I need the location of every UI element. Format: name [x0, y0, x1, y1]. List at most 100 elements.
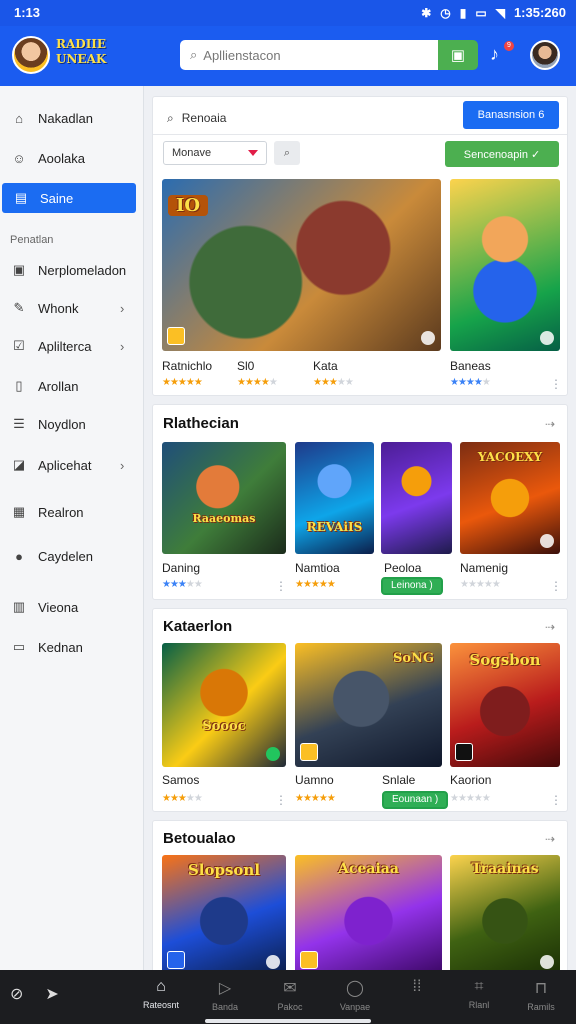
- section-more-icon[interactable]: ⇢: [545, 832, 555, 846]
- more-options-icon[interactable]: ⋮: [275, 579, 287, 593]
- game-thumbnail[interactable]: Aceaiaa: [295, 855, 442, 970]
- sidebar-item-edit[interactable]: ✎ Whonk ›: [0, 293, 144, 323]
- confirm-button[interactable]: Sencenoapin ✓: [445, 141, 559, 167]
- search-input[interactable]: ⌕ Apllienstacon: [180, 40, 438, 70]
- sidebar-item-label: Realron: [38, 504, 84, 520]
- install-badge[interactable]: Leinona ): [381, 577, 443, 595]
- nav-label: Ramils: [527, 1002, 555, 1012]
- home-indicator[interactable]: [205, 1019, 371, 1023]
- gamepad-search-button[interactable]: ▣: [438, 40, 478, 70]
- game-logo-text: REVAiIS: [306, 520, 363, 534]
- primary-action-button[interactable]: Banasnsion 6: [463, 101, 559, 129]
- nav-mail[interactable]: ✉ Pakoc: [259, 978, 321, 1012]
- game-badge-icon: [455, 743, 473, 761]
- section-more-icon[interactable]: ⇢: [545, 417, 555, 431]
- game-title: Baneas: [450, 359, 491, 373]
- game-thumbnail[interactable]: SoNG: [295, 643, 442, 767]
- game-section: Rlathecian ⇢ Raaeomas REVAiIS YACOEXY Da…: [152, 404, 568, 600]
- logo-avatar[interactable]: [12, 36, 50, 74]
- chevron-down-icon: [248, 150, 258, 156]
- nav-play[interactable]: ▷ Banda: [194, 978, 256, 1012]
- game-badge-icon: [300, 951, 318, 969]
- nav-scan[interactable]: ⌗ Rlanl: [448, 978, 510, 1010]
- featured-thumbnail-1[interactable]: IO: [162, 179, 441, 351]
- game-thumbnail[interactable]: YACOEXY: [460, 442, 560, 554]
- doc-icon: ▯: [15, 378, 23, 393]
- game-thumbnail[interactable]: Sogsbon: [450, 643, 560, 767]
- sidebar-item-label: Noydlon: [38, 416, 86, 432]
- sidebar-item-label: Whonk: [38, 300, 79, 316]
- more-options-icon[interactable]: ⋮: [275, 793, 287, 807]
- book-icon: ▥: [12, 599, 26, 614]
- sidebar-item-chart[interactable]: ◪ Aplicehat ›: [0, 450, 144, 480]
- mail-icon: ✉: [283, 980, 297, 997]
- user-avatar[interactable]: [530, 40, 560, 70]
- nav-search[interactable]: ◯ Vanpae: [324, 978, 386, 1012]
- sidebar-item-home[interactable]: ⌂ Nakadlan: [0, 103, 144, 133]
- expand-icon[interactable]: [540, 331, 554, 345]
- game-thumbnail[interactable]: [381, 442, 452, 554]
- cursor-icon[interactable]: ➤: [45, 984, 58, 1004]
- scan-icon: ⌗: [474, 978, 484, 995]
- sidebar-item-users[interactable]: ☺ Aoolaka: [0, 143, 144, 173]
- sidebar-item-pin[interactable]: ● Caydelen: [0, 541, 144, 571]
- game-thumbnail[interactable]: REVAiIS: [295, 442, 374, 554]
- sidebar-item-label: Aoolaka: [38, 150, 85, 166]
- window-icon: ▣: [12, 262, 26, 277]
- sidebar-item-book[interactable]: ▥ Vieona: [0, 592, 144, 622]
- status-time: 1:13: [14, 5, 41, 20]
- more-options-icon[interactable]: ⋮: [550, 377, 562, 391]
- sidebar-item-label: Saine: [40, 190, 74, 206]
- nav-label: Banda: [211, 1002, 239, 1012]
- rating-stars: ★★★★★: [162, 377, 203, 388]
- game-subtitle: Sl0: [237, 359, 255, 373]
- notification-button[interactable]: ♪ 9: [490, 41, 516, 68]
- game-badge-icon: [167, 951, 185, 969]
- nav-bag[interactable]: ⊓ Ramils: [510, 978, 572, 1012]
- search-button[interactable]: ⌕: [274, 141, 300, 165]
- calendar-icon: ▦: [12, 504, 26, 519]
- check-icon: ☑: [13, 338, 25, 353]
- sidebar-item-calendar[interactable]: ▦ Realron: [0, 497, 144, 527]
- chevron-right-icon: ›: [120, 457, 125, 473]
- game-thumbnail[interactable]: Traainas: [450, 855, 560, 970]
- game-thumbnail[interactable]: Soooc: [162, 643, 286, 767]
- more-options-icon[interactable]: ⋮: [550, 793, 562, 807]
- sidebar-item-window[interactable]: ▣ Nerplomeladon: [0, 255, 144, 285]
- expand-icon[interactable]: [421, 331, 435, 345]
- game-section: Kataerlon ⇢ Soooc SoNG Sogsbon Samos Uam…: [152, 608, 568, 812]
- more-options-icon[interactable]: ⋮: [550, 579, 562, 593]
- bottom-navigation: ⊘ ➤ ⌂ Rateosnt ▷ Banda ✉ Pakoc ◯ Vanpae …: [0, 970, 576, 1024]
- game-title: Uamno: [295, 773, 334, 787]
- sort-select[interactable]: Monave: [163, 141, 267, 165]
- nav-home[interactable]: ⌂ Rateosnt: [130, 978, 192, 1010]
- nav-dots[interactable]: ⁞⁞: [386, 978, 448, 1000]
- game-thumbnail[interactable]: Slopsonl: [162, 855, 286, 970]
- main-content: ⌕ Renoaia Banasnsion 6 Monave ⌕ Sencenoa…: [152, 96, 568, 970]
- filter-search[interactable]: ⌕ Renoaia: [167, 111, 226, 126]
- signal-icon: ▮: [459, 5, 467, 20]
- section-title: Rlathecian: [163, 415, 239, 432]
- game-section: Betoualao ⇢ Slopsonl Aceaiaa Traainas: [152, 820, 568, 970]
- wifi-icon: ◥: [495, 5, 505, 20]
- game-logo-text: Slopsonl: [187, 861, 261, 879]
- expand-icon[interactable]: [540, 955, 554, 969]
- expand-icon[interactable]: [266, 955, 280, 969]
- sidebar-item-games[interactable]: ▤ Saine: [2, 183, 136, 213]
- game-thumbnail[interactable]: Raaeomas: [162, 442, 286, 554]
- app-bar: RADIIE UNEAK ⌕ Apllienstacon ▣ ♪ 9: [0, 26, 576, 86]
- rating-stars: ★★★★★: [295, 579, 336, 590]
- featured-thumbnail-2[interactable]: [450, 179, 560, 351]
- game-logo-text: Soooc: [202, 719, 246, 734]
- section-more-icon[interactable]: ⇢: [545, 620, 555, 634]
- edit-icon: ✎: [13, 300, 25, 315]
- sidebar-item-doc[interactable]: ▯ Arollan: [0, 371, 144, 401]
- expand-icon[interactable]: [540, 534, 554, 548]
- rating-stars: ★★★★★: [313, 377, 354, 388]
- sidebar-item-check[interactable]: ☑ Aplilterca ›: [0, 331, 144, 361]
- sidebar-item-folder[interactable]: ▭ Kednan: [0, 632, 144, 662]
- compass-icon[interactable]: ⊘: [10, 984, 23, 1004]
- sidebar-item-list[interactable]: ☰ Noydlon: [0, 409, 144, 439]
- section-title: Kataerlon: [163, 618, 233, 635]
- install-badge[interactable]: Eounaan ): [382, 791, 449, 809]
